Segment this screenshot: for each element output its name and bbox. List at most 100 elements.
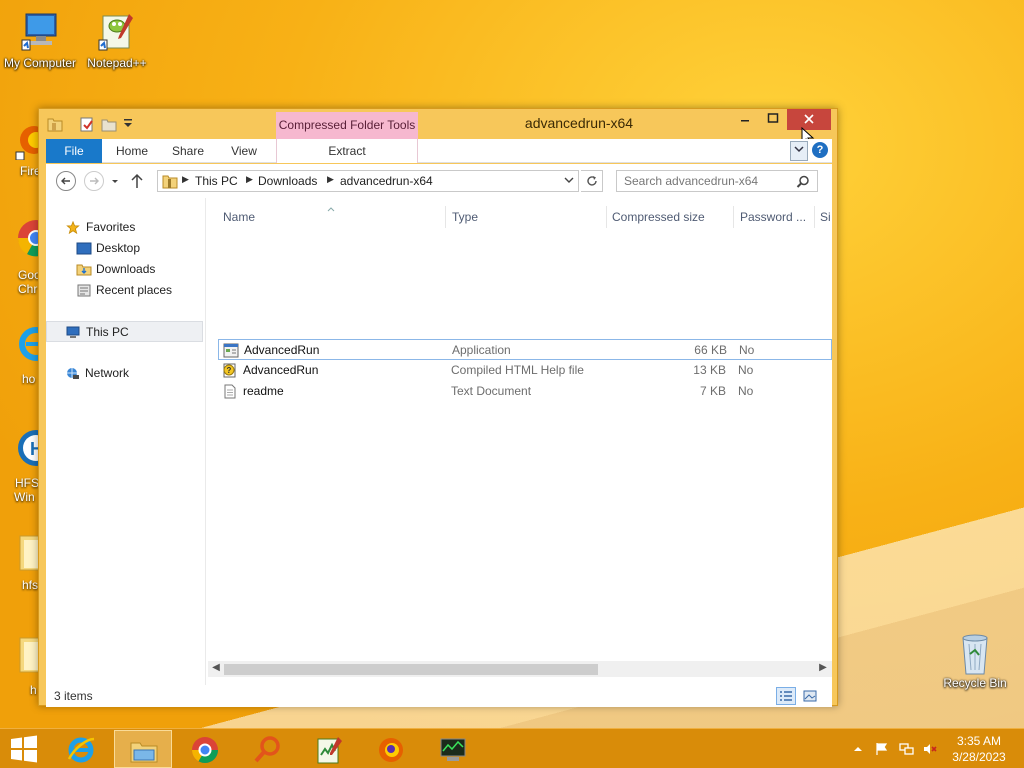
file-size: 7 KB <box>699 384 726 398</box>
scrollbar-thumb[interactable] <box>224 664 598 675</box>
desktop-icon-notepadpp[interactable]: Notepad++ <box>77 10 157 70</box>
desktop-label-partial: ho <box>22 372 36 386</box>
tab-file[interactable]: File <box>46 139 102 163</box>
content-area: Favorites Desktop Downloads Recent place… <box>46 198 832 685</box>
file-row[interactable]: ? AdvancedRun Compiled HTML Help file 13… <box>218 360 832 381</box>
windows-logo-icon <box>11 735 37 763</box>
tab-home[interactable]: Home <box>106 139 158 163</box>
breadcrumb-advancedrun[interactable]: advancedrun-x64 <box>340 174 433 188</box>
column-divider[interactable] <box>445 206 446 228</box>
column-header-password[interactable]: Password ... <box>740 210 806 224</box>
desktop-icon-recycle-bin[interactable]: Recycle Bin <box>935 630 1015 690</box>
nav-downloads[interactable]: Downloads <box>46 259 203 280</box>
taskbar-firefox[interactable] <box>362 730 420 768</box>
folder-icon <box>47 115 63 133</box>
file-row[interactable]: readme Text Document 7 KB No <box>218 381 832 402</box>
taskbar-monitor-app[interactable] <box>424 730 482 768</box>
new-folder-icon[interactable] <box>101 115 117 133</box>
large-icons-view-icon <box>803 690 817 702</box>
nav-label: This PC <box>86 325 129 339</box>
refresh-button[interactable] <box>581 170 603 192</box>
nav-label: Favorites <box>86 220 136 234</box>
tab-extract[interactable]: Extract <box>276 139 418 163</box>
nav-label: Recent places <box>96 283 173 297</box>
column-header-name[interactable]: Name <box>223 210 255 224</box>
address-bar[interactable]: ▶ This PC ▶ Downloads ▶ advancedrun-x64 <box>157 170 579 192</box>
column-divider[interactable] <box>814 206 815 228</box>
back-arrow-icon <box>61 177 70 185</box>
computer-icon <box>66 326 80 338</box>
search-tool-icon <box>254 736 280 763</box>
horizontal-scrollbar[interactable]: ◀ ▶ <box>208 661 832 677</box>
minimize-button[interactable] <box>731 109 759 130</box>
action-center-flag-icon[interactable] <box>874 742 890 756</box>
search-input[interactable] <box>616 170 818 192</box>
internet-explorer-icon <box>67 737 95 763</box>
file-explorer-icon <box>130 742 158 763</box>
show-hidden-icons-icon[interactable] <box>850 742 866 756</box>
scroll-left-icon[interactable]: ◀ <box>209 662 223 673</box>
search-icon[interactable] <box>796 175 810 189</box>
desktop-icon-label: My Computer <box>3 56 77 70</box>
tab-view[interactable]: View <box>218 139 270 163</box>
taskbar-notepadpp[interactable] <box>300 730 358 768</box>
taskbar-file-explorer[interactable] <box>114 730 172 768</box>
volume-muted-icon[interactable] <box>922 742 938 756</box>
up-button[interactable] <box>130 173 144 192</box>
taskbar-search-tool[interactable] <box>238 730 296 768</box>
file-password: No <box>738 363 754 377</box>
desktop-icon-my-computer[interactable]: My Computer <box>0 10 80 70</box>
taskbar-chrome[interactable] <box>176 730 234 768</box>
taskbar-internet-explorer[interactable] <box>52 730 110 768</box>
refresh-icon <box>586 176 597 186</box>
forward-button[interactable] <box>84 171 104 191</box>
address-dropdown-icon[interactable] <box>564 175 574 187</box>
column-header-type[interactable]: Type <box>452 210 478 224</box>
nav-favorites[interactable]: Favorites <box>46 217 203 238</box>
tab-share[interactable]: Share <box>162 139 214 163</box>
recycle-bin-icon <box>953 630 997 675</box>
file-row[interactable]: AdvancedRun Application 66 KB No <box>218 339 832 360</box>
desktop-label-partial: Win <box>14 490 35 504</box>
nav-recent-places[interactable]: Recent places <box>46 280 203 301</box>
sort-ascending-icon <box>327 207 335 212</box>
breadcrumb-separator[interactable]: ▶ <box>182 174 189 185</box>
nav-this-pc[interactable]: This PC <box>46 321 203 342</box>
column-header-size[interactable]: Si <box>820 210 831 224</box>
column-divider[interactable] <box>733 206 734 228</box>
breadcrumb-this-pc[interactable]: This PC <box>195 174 238 188</box>
recent-locations-button[interactable] <box>110 176 120 190</box>
customize-toolbar-icon[interactable] <box>123 117 139 135</box>
column-header-compressed-size[interactable]: Compressed size <box>612 210 705 224</box>
start-button[interactable] <box>0 730 48 768</box>
nav-network[interactable]: Network <box>46 363 203 384</box>
expand-ribbon-button[interactable] <box>790 141 808 161</box>
details-view-button[interactable] <box>776 687 796 705</box>
title-bar[interactable]: Compressed Folder Tools advancedrun-x64 <box>39 109 837 147</box>
scroll-right-icon[interactable]: ▶ <box>816 662 830 673</box>
column-divider[interactable] <box>606 206 607 228</box>
desktop-label-partial: HFS <box>15 476 39 490</box>
breadcrumb-downloads[interactable]: Downloads <box>258 174 317 188</box>
help-icon[interactable]: ? <box>812 142 828 158</box>
breadcrumb-separator[interactable]: ▶ <box>327 174 334 185</box>
application-icon <box>223 343 239 358</box>
properties-icon[interactable] <box>79 115 95 133</box>
large-icons-view-button[interactable] <box>800 687 820 705</box>
breadcrumb-separator[interactable]: ▶ <box>246 174 253 185</box>
file-type: Text Document <box>451 384 532 398</box>
file-list: Name Type Compressed size Password ... S… <box>208 198 832 685</box>
downloads-folder-icon <box>76 264 92 276</box>
taskbar-clock[interactable]: 3:35 AM 3/28/2023 <box>944 733 1014 765</box>
firefox-icon <box>379 738 403 762</box>
notepadpp-icon <box>95 10 139 54</box>
network-status-icon[interactable] <box>898 742 914 756</box>
maximize-icon <box>767 113 779 123</box>
maximize-button[interactable] <box>759 109 787 130</box>
notepadpp-icon <box>317 737 342 764</box>
chrome-icon <box>191 737 219 764</box>
forward-arrow-icon <box>90 177 99 185</box>
back-button[interactable] <box>56 171 76 191</box>
nav-desktop[interactable]: Desktop <box>46 238 203 259</box>
navigation-bar: ▶ This PC ▶ Downloads ▶ advancedrun-x64 <box>46 164 832 198</box>
